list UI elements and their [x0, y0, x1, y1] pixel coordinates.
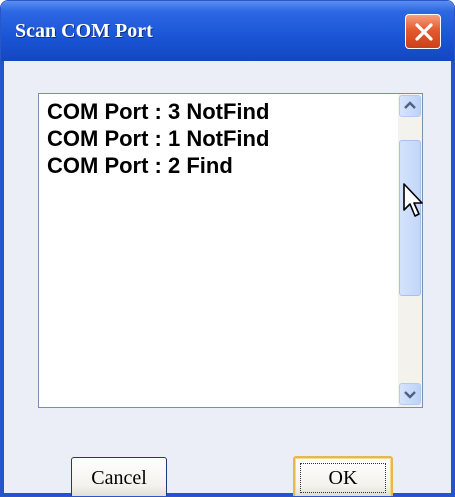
window-title: Scan COM Port — [15, 20, 153, 42]
scroll-up-button[interactable] — [399, 95, 421, 117]
scroll-down-button[interactable] — [399, 383, 421, 405]
list-item[interactable]: COM Port : 2 Find — [47, 152, 269, 179]
focus-rectangle — [300, 463, 386, 493]
close-button[interactable] — [405, 14, 441, 49]
ok-button[interactable]: OK — [293, 456, 393, 496]
close-icon — [415, 23, 433, 41]
cancel-button[interactable]: Cancel — [71, 457, 167, 496]
chevron-up-icon — [404, 101, 416, 109]
list-item[interactable]: COM Port : 3 NotFind — [47, 98, 269, 125]
com-port-list[interactable]: COM Port : 3 NotFind COM Port : 1 NotFin… — [38, 93, 423, 408]
vertical-scrollbar[interactable] — [398, 94, 422, 407]
cancel-button-label: Cancel — [91, 466, 147, 489]
dialog-client-area: COM Port : 3 NotFind COM Port : 1 NotFin… — [1, 61, 454, 496]
chevron-down-icon — [404, 391, 416, 399]
list-item[interactable]: COM Port : 1 NotFind — [47, 125, 269, 152]
scan-com-port-dialog: Scan COM Port COM Port : 3 NotFind COM P… — [0, 0, 455, 497]
mouse-pointer-icon — [403, 183, 423, 217]
title-bar[interactable]: Scan COM Port — [1, 1, 454, 61]
list-items: COM Port : 3 NotFind COM Port : 1 NotFin… — [47, 98, 269, 179]
